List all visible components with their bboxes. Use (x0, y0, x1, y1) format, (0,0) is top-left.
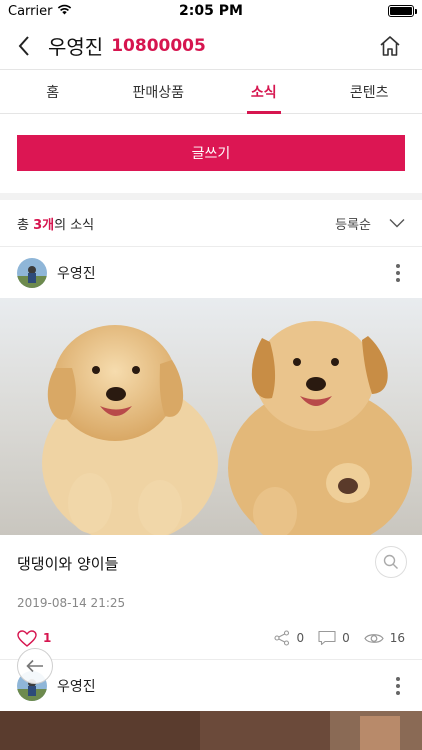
post-image[interactable] (0, 298, 422, 535)
tab-bar: 홈 판매상품 소식 콘텐츠 (0, 70, 422, 114)
comment-button[interactable]: 0 (318, 630, 350, 646)
post-stats: 0 0 16 (274, 615, 405, 661)
post-card: 우영진 (0, 246, 422, 661)
post-author[interactable]: 우영진 (57, 263, 96, 283)
more-icon[interactable] (388, 674, 408, 698)
home-icon (380, 36, 400, 56)
chevron-left-icon (18, 35, 29, 56)
tab-products[interactable]: 판매상품 (106, 70, 212, 113)
write-section: 글쓰기 (0, 115, 422, 193)
arrow-left-icon (26, 659, 43, 673)
post-author[interactable]: 우영진 (57, 676, 96, 696)
page-title: 우영진 (48, 35, 104, 59)
post-title-row: 댕댕이와 양이들 (0, 535, 422, 591)
chevron-down-icon (389, 219, 405, 228)
post-date: 2019-08-14 21:25 (17, 596, 126, 610)
heart-icon (17, 629, 37, 647)
share-button[interactable]: 0 (274, 630, 304, 646)
battery-icon (388, 5, 417, 17)
view-count: 16 (389, 631, 405, 645)
eye-icon (364, 633, 384, 643)
zoom-button[interactable] (375, 546, 407, 578)
views: 16 (364, 631, 405, 645)
member-code: 10800005 (111, 35, 206, 56)
post-card: 우영진 (0, 659, 422, 750)
sort-label: 등록순 (335, 217, 371, 233)
post-header: 우영진 (0, 659, 422, 711)
status-bar: Carrier 2:05 PM (0, 0, 422, 22)
post-header: 우영진 (0, 246, 422, 298)
share-count: 0 (296, 631, 305, 645)
like-button[interactable]: 1 (17, 629, 52, 647)
sort-dropdown[interactable]: 등록순 (335, 214, 405, 233)
list-header: 총 3개의 소식 등록순 (0, 200, 422, 246)
like-count: 1 (43, 631, 52, 645)
post-title[interactable]: 댕댕이와 양이들 (17, 553, 118, 574)
post-image[interactable] (0, 711, 422, 750)
carrier-label: Carrier (8, 3, 53, 19)
back-button[interactable] (0, 22, 48, 70)
more-icon[interactable] (388, 261, 408, 285)
tab-home[interactable]: 홈 (0, 70, 106, 113)
home-button[interactable] (366, 22, 414, 70)
count-prefix: 총 (17, 217, 34, 233)
search-icon (383, 554, 398, 569)
wifi-icon (57, 4, 72, 19)
section-divider (0, 193, 422, 200)
post-count: 총 3개의 소식 (17, 214, 94, 233)
post-actions: 1 0 0 16 (0, 615, 422, 661)
avatar[interactable] (17, 257, 47, 288)
tab-news[interactable]: 소식 (211, 70, 317, 114)
nav-bar: 우영진 10800005 (0, 22, 422, 70)
share-icon (274, 630, 290, 646)
count-suffix: 의 소식 (54, 217, 95, 233)
write-button[interactable]: 글쓰기 (17, 135, 405, 171)
comment-icon (318, 630, 336, 646)
tab-contents[interactable]: 콘텐츠 (317, 70, 422, 113)
count-number: 3개 (33, 217, 55, 233)
floating-back-button[interactable] (17, 648, 53, 684)
status-left: Carrier (8, 4, 72, 19)
comment-count: 0 (342, 631, 350, 645)
